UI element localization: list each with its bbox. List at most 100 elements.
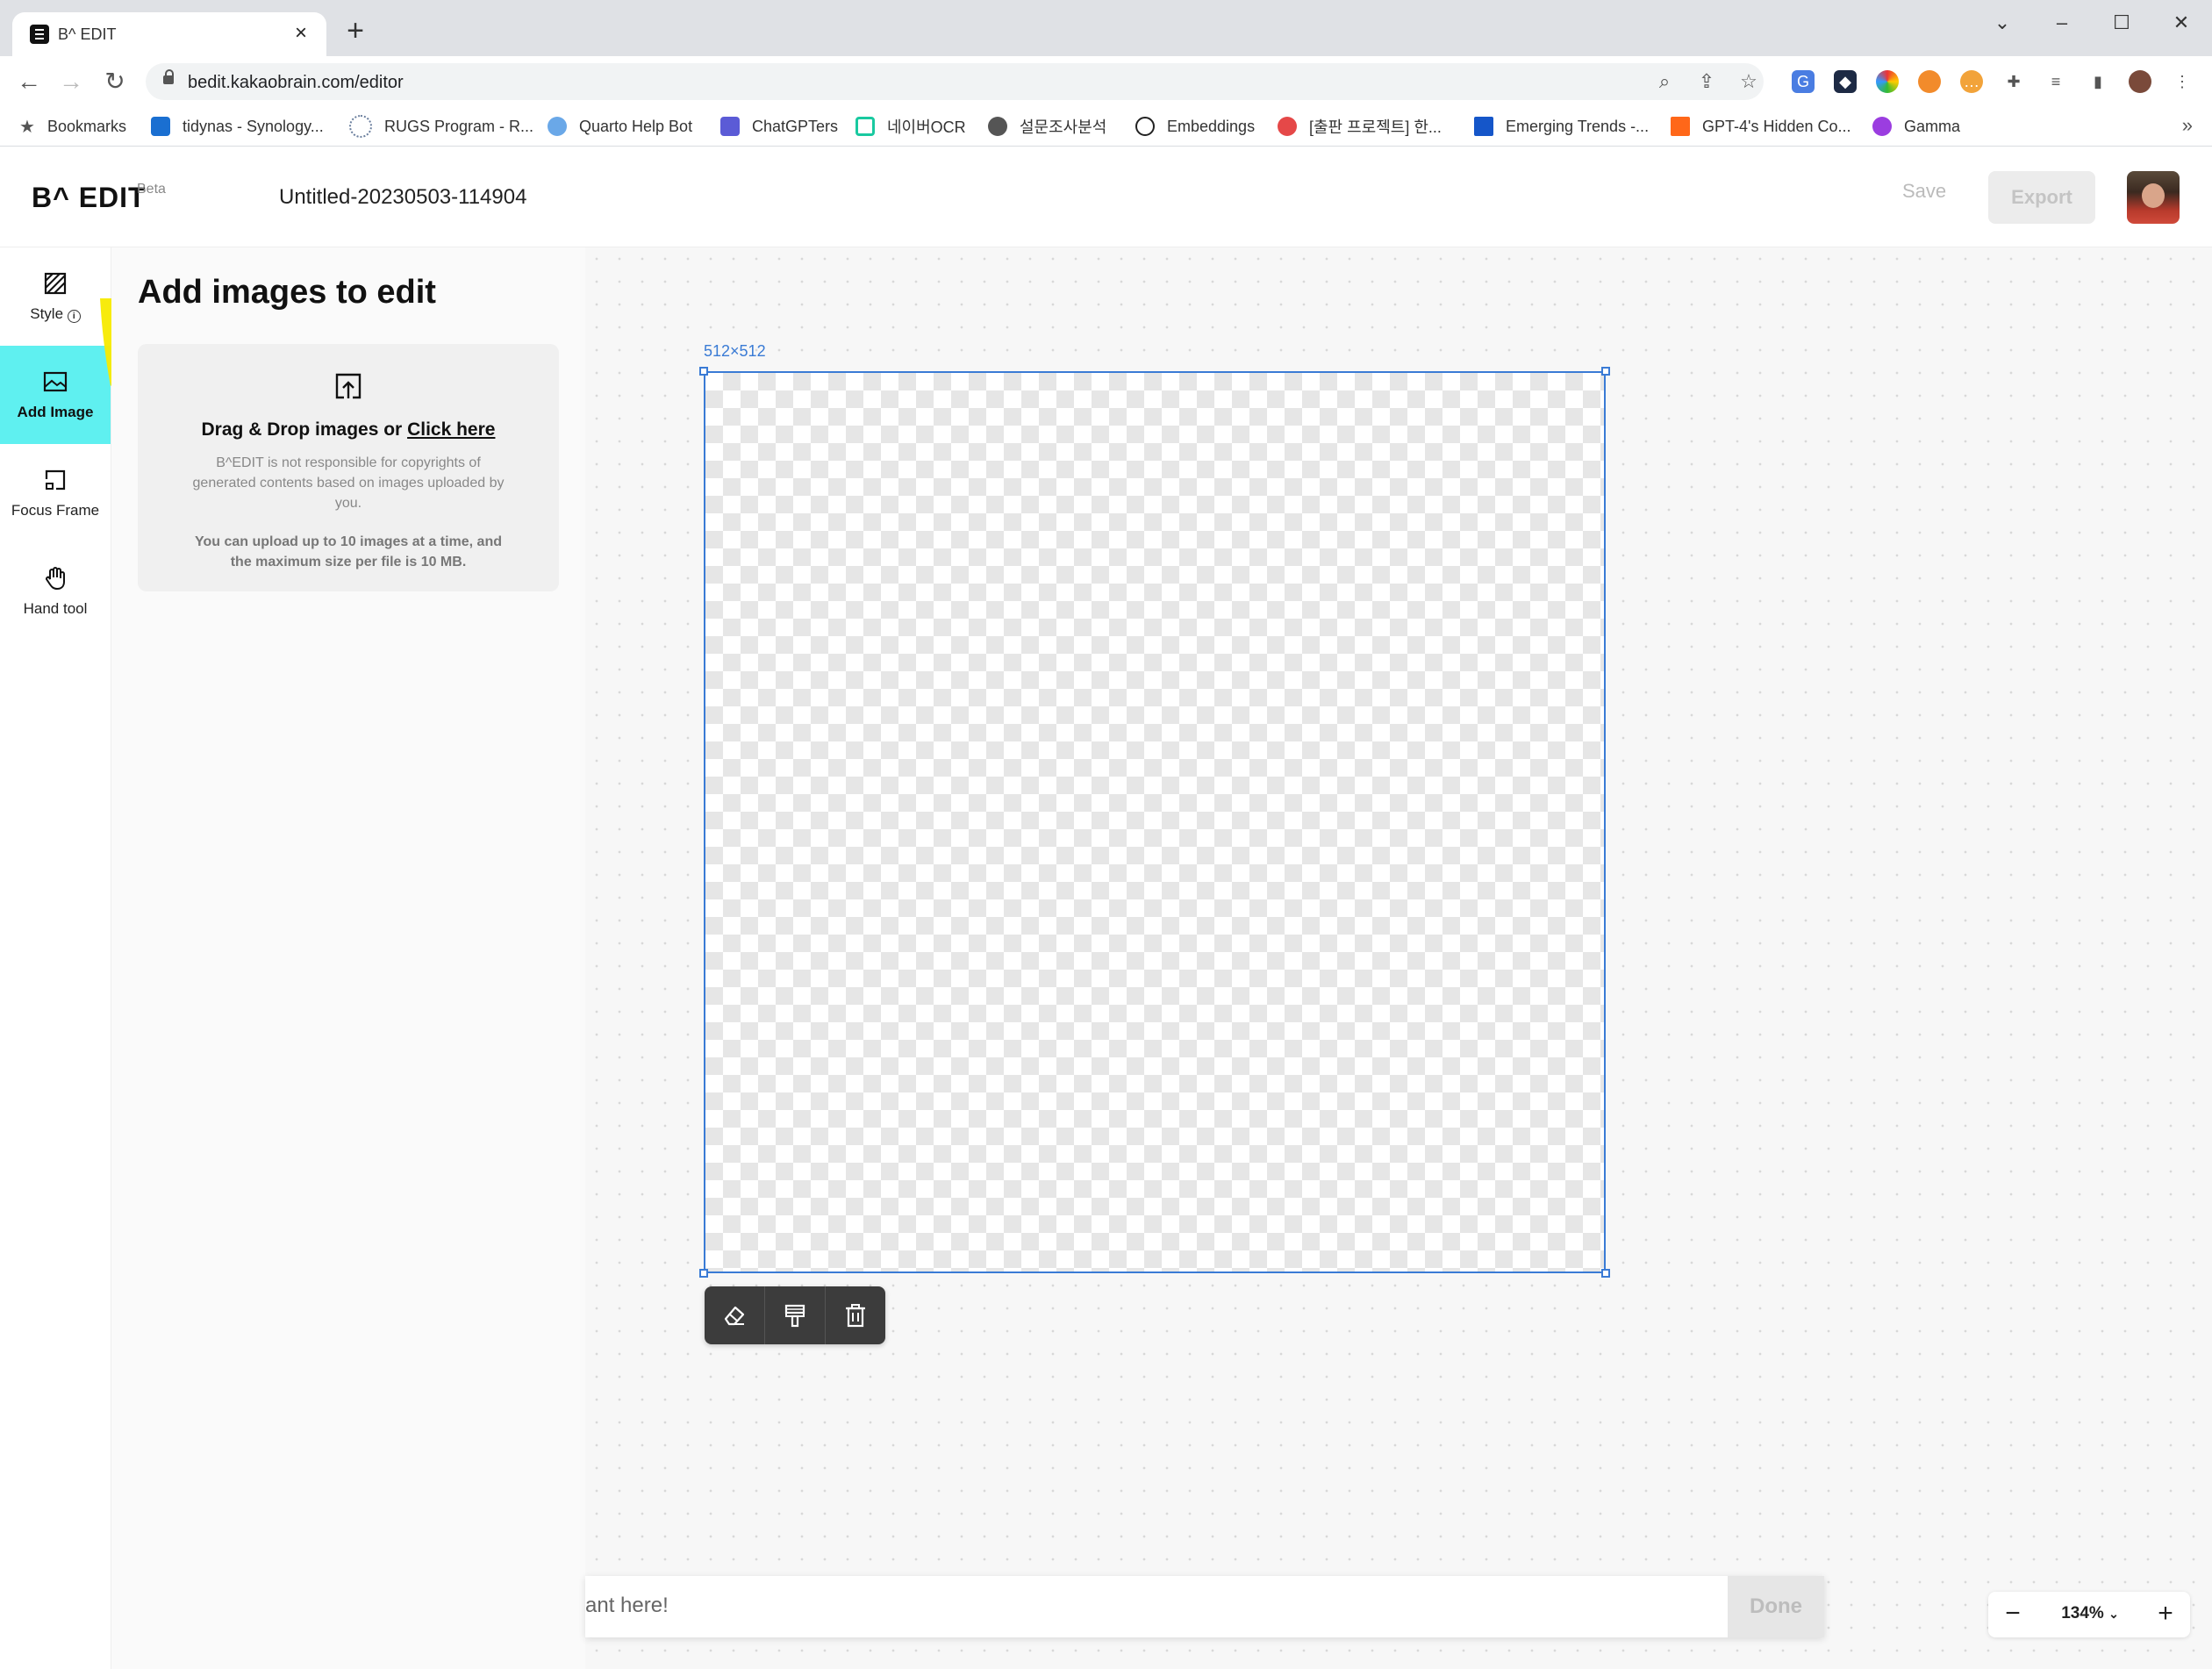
extensions-puzzle-icon[interactable]: ✚ <box>2002 70 2025 93</box>
document-title[interactable]: Untitled-20230503-114904 <box>279 185 526 210</box>
zoom-level-select[interactable]: 134% ⌄ <box>2046 1604 2134 1623</box>
reading-list-icon[interactable]: ≡ <box>2044 70 2067 93</box>
rail-item-hand-tool[interactable]: Hand tool <box>0 542 111 641</box>
maximize-icon[interactable]: ☐ <box>2104 7 2139 39</box>
hand-icon <box>46 567 65 591</box>
focus-frame-icon <box>45 469 66 491</box>
zoom-control: − 134% ⌄ + <box>1988 1592 2190 1637</box>
minimize-icon[interactable]: – <box>2044 7 2080 39</box>
rugs-r-icon <box>349 115 372 138</box>
browser-tab[interactable]: B^ EDIT × <box>12 12 326 56</box>
openai-icon <box>1135 117 1155 136</box>
image-drop-zone[interactable]: Drag & Drop images or Click here B^EDIT … <box>138 344 559 591</box>
zoom-out-button[interactable]: − <box>1988 1592 2037 1637</box>
browser-tabstrip: B^ EDIT × + ⌄ – ☐ ✕ <box>0 0 2212 56</box>
style-icon <box>44 272 67 295</box>
image-icon <box>43 371 68 392</box>
bookmark-item[interactable]: Emerging Trends -... <box>1474 114 1649 139</box>
tab-search-chevron-icon[interactable]: ⌄ <box>1985 7 2020 39</box>
close-window-icon[interactable]: ✕ <box>2164 7 2199 39</box>
click-here-link[interactable]: Click here <box>407 419 495 440</box>
bookmark-item[interactable]: ChatGPTers <box>720 114 838 139</box>
bookmark-item[interactable]: RUGS Program - R... <box>349 114 533 139</box>
add-image-panel: Add images to edit Drag & Drop images or… <box>111 247 585 1669</box>
orange-extension-icon[interactable] <box>1918 70 1941 93</box>
url-text: bedit.kakaobrain.com/editor <box>188 73 404 92</box>
upload-icon <box>335 373 362 399</box>
bookmark-item[interactable]: tidynas - Synology... <box>151 114 324 139</box>
globe-icon <box>548 117 567 136</box>
info-icon[interactable]: i <box>67 310 81 323</box>
rail-item-label: Add Image <box>17 404 94 420</box>
bedit-favicon-icon <box>30 25 49 44</box>
eraser-button[interactable] <box>705 1286 764 1344</box>
new-tab-button[interactable]: + <box>342 16 369 46</box>
shield-extension-icon[interactable]: ◆ <box>1834 70 1857 93</box>
editor-canvas[interactable]: 512×512 ant here! Done − 134% ⌄ + <box>585 247 2212 1669</box>
back-icon[interactable]: ← <box>12 65 46 98</box>
eraser-icon <box>724 1306 745 1326</box>
save-button[interactable]: Save <box>1902 180 1946 203</box>
color-extension-icon[interactable] <box>1876 70 1899 93</box>
paint-button[interactable] <box>765 1286 825 1344</box>
resize-handle-top-left[interactable] <box>699 367 708 376</box>
address-bar[interactable]: bedit.kakaobrain.com/editor ⌕ ⇪ ☆ <box>146 63 1764 100</box>
bookmark-item[interactable]: [출판 프로젝트] 한... <box>1278 114 1442 139</box>
forward-icon[interactable]: → <box>54 65 88 98</box>
search-icon[interactable]: ⌕ <box>1651 68 1678 95</box>
chevron-down-icon: ⌄ <box>2108 1607 2119 1621</box>
side-panel-icon[interactable]: ▮ <box>2087 70 2109 93</box>
bookmark-item[interactable]: 설문조사분석 <box>988 114 1106 139</box>
done-button[interactable]: Done <box>1728 1576 1824 1637</box>
trash-icon <box>846 1304 865 1328</box>
bookmark-item[interactable]: 네이버OCR <box>855 114 966 139</box>
prompt-bar: ant here! Done <box>585 1576 1824 1637</box>
user-avatar[interactable] <box>2127 171 2180 224</box>
prompt-input[interactable]: ant here! <box>585 1594 669 1618</box>
reload-icon[interactable]: ↻ <box>98 65 132 98</box>
close-tab-icon[interactable]: × <box>288 20 314 47</box>
bookmarks-bar: ★ Bookmarks tidynas - Synology... RUGS P… <box>0 107 2212 147</box>
resize-handle-top-right[interactable] <box>1601 367 1610 376</box>
image-frame[interactable] <box>704 371 1606 1273</box>
blue-square-icon <box>1474 117 1493 136</box>
resize-handle-bottom-left[interactable] <box>699 1269 708 1278</box>
chrome-menu-icon[interactable]: ⋮ <box>2171 70 2194 93</box>
substack-icon <box>1671 117 1690 136</box>
tab-title: B^ EDIT <box>58 25 117 43</box>
more-bookmarks-icon[interactable]: » <box>2182 114 2193 137</box>
profile-avatar-icon[interactable] <box>2129 70 2151 93</box>
drop-instruction: Drag & Drop images or Click here <box>201 419 496 440</box>
rail-item-label: Hand tool <box>23 600 88 617</box>
paint-roller-icon <box>784 1304 805 1328</box>
world-icon <box>988 117 1007 136</box>
beta-badge: Beta <box>137 182 166 197</box>
zoom-in-button[interactable]: + <box>2141 1592 2190 1637</box>
translate-extension-icon[interactable]: G <box>1792 70 1815 93</box>
rail-item-focus-frame[interactable]: Focus Frame <box>0 444 111 542</box>
delete-button[interactable] <box>826 1286 885 1344</box>
export-button[interactable]: Export <box>1988 171 2095 224</box>
frame-size-label: 512×512 <box>704 342 766 360</box>
bookmarks-menu[interactable]: ★ Bookmarks <box>19 114 126 139</box>
app-header: B^ EDIT Beta Untitled-20230503-114904 Sa… <box>0 147 2212 247</box>
bookmarks-star-icon: ★ <box>19 117 35 137</box>
frame-toolbar <box>705 1286 885 1344</box>
upload-limit-note: You can upload up to 10 images at a time… <box>195 534 502 569</box>
bedit-logo: B^ EDIT <box>32 182 147 213</box>
bookmark-item[interactable]: GPT-4's Hidden Co... <box>1671 114 1851 139</box>
gamma-icon <box>1872 117 1892 136</box>
bookmark-star-icon[interactable]: ☆ <box>1736 68 1762 95</box>
bookmark-item[interactable]: Embeddings <box>1135 114 1255 139</box>
chatgpters-icon <box>720 117 740 136</box>
panel-title: Add images to edit <box>138 274 436 311</box>
chat-extension-icon[interactable]: … <box>1960 70 1983 93</box>
rail-item-label: Style <box>30 305 64 322</box>
share-icon[interactable]: ⇪ <box>1693 68 1720 95</box>
tool-rail: Style i Add Image Focus Frame Hand tool <box>0 247 111 1669</box>
lock-icon <box>163 69 174 84</box>
bookmark-item[interactable]: Gamma <box>1872 114 1960 139</box>
resize-handle-bottom-right[interactable] <box>1601 1269 1610 1278</box>
copyright-note: B^EDIT is not responsible for copyrights… <box>192 455 505 511</box>
bookmark-item[interactable]: Quarto Help Bot <box>548 114 692 139</box>
